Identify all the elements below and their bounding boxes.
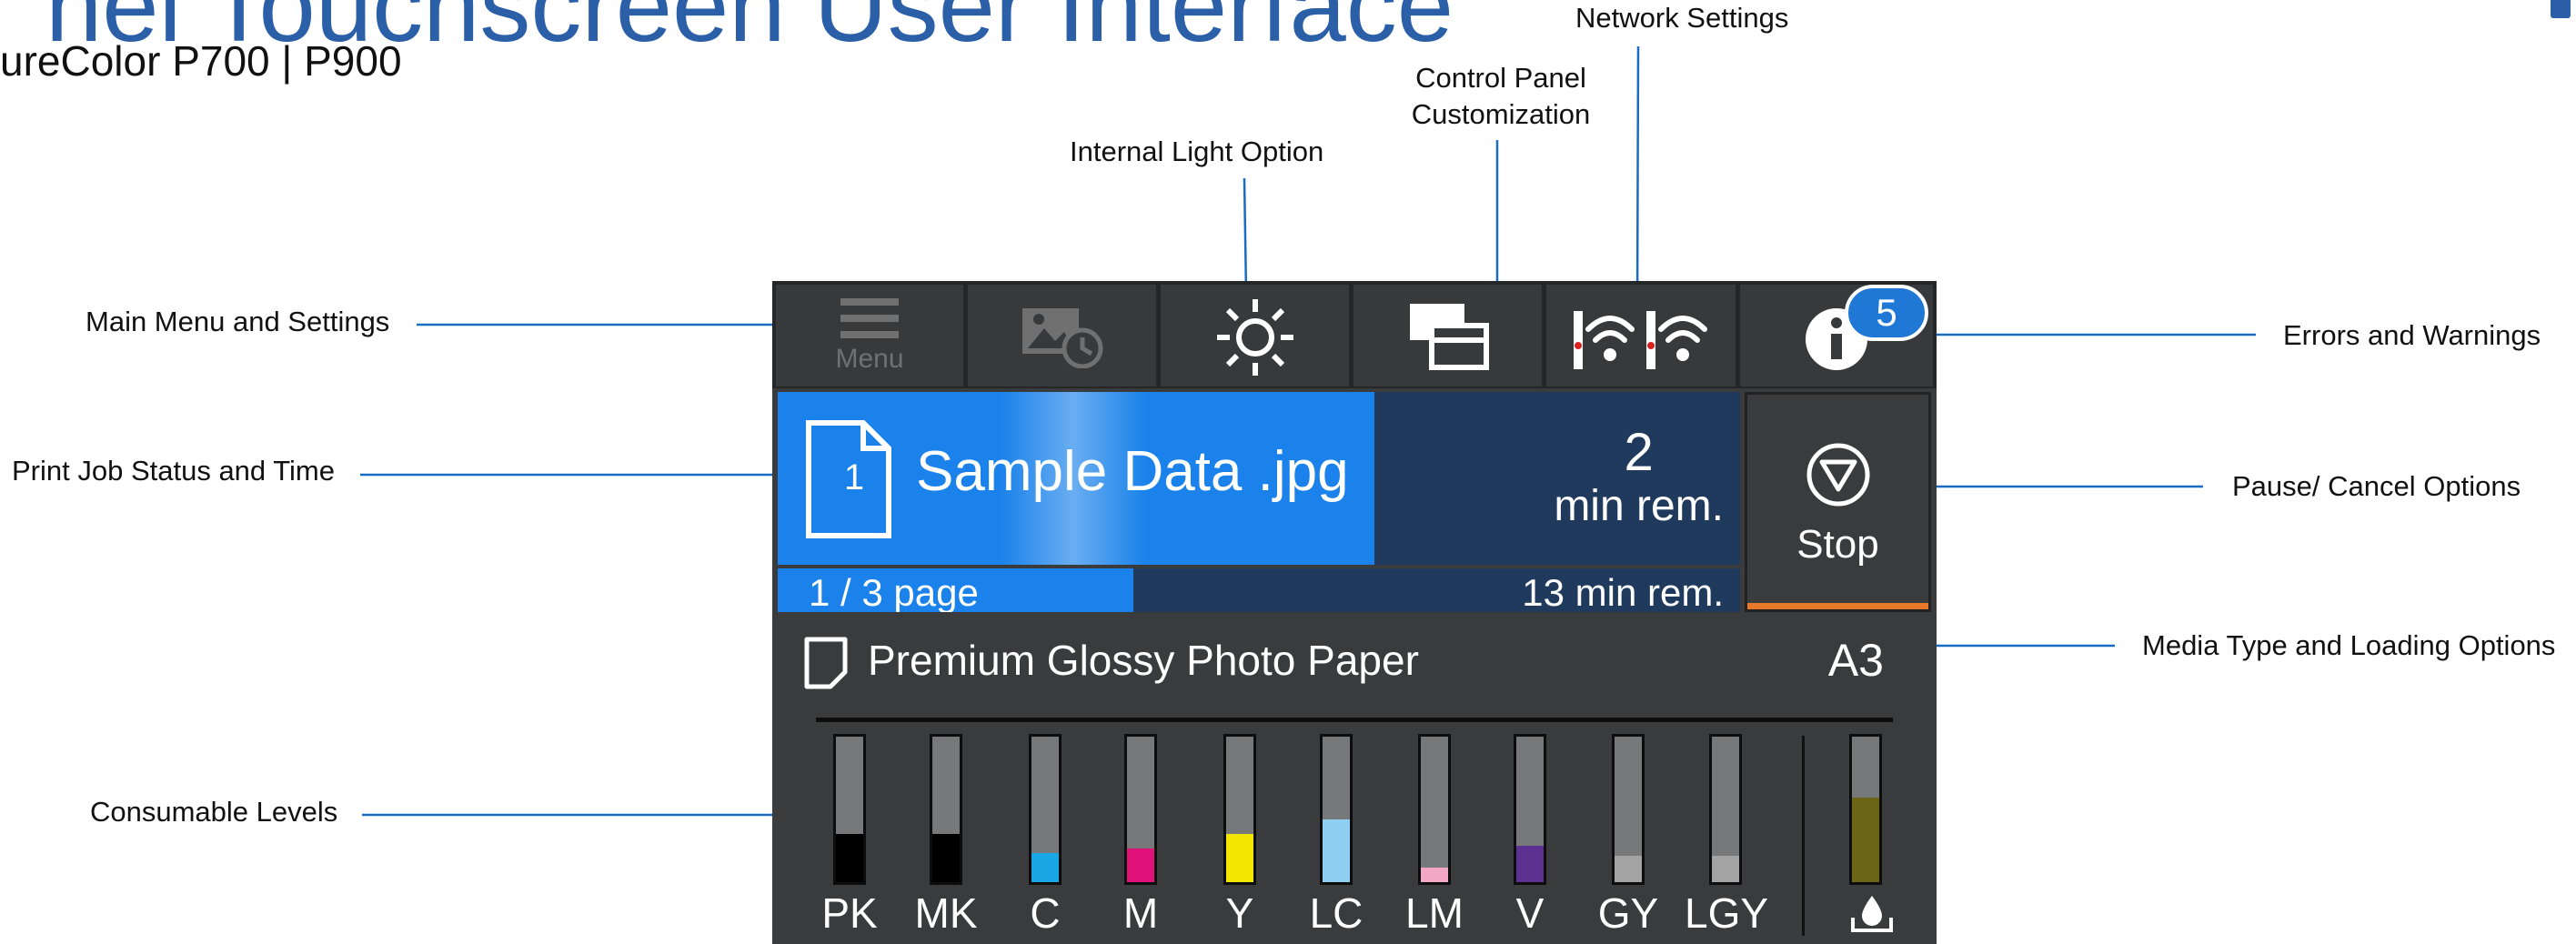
ink-tank-lgy <box>1709 734 1742 885</box>
callout-errors: Errors and Warnings <box>2283 319 2541 351</box>
ink-label-v: V <box>1515 889 1545 937</box>
callout-internal-light: Internal Light Option <box>1070 136 1324 167</box>
callout-control-panel-line2: Customization <box>1411 98 1591 130</box>
callout-consumables: Consumable Levels <box>90 796 338 828</box>
panel-layout-icon <box>1409 304 1489 370</box>
scheduled-print-icon <box>1021 308 1102 368</box>
leader-network <box>1635 45 1640 311</box>
ink-tank-y <box>1223 734 1256 885</box>
ink-label-gy: GY <box>1597 889 1659 937</box>
menu-icon <box>840 298 899 338</box>
light-button[interactable] <box>1161 285 1349 387</box>
ink-label-mk: MK <box>914 889 978 937</box>
stop-icon <box>1806 443 1870 507</box>
ink-fill-m <box>1127 849 1154 882</box>
ink-label-lgy: LGY <box>1685 889 1769 937</box>
ink-tank-gy <box>1612 734 1645 885</box>
job-file-name: Sample Data .jpg <box>916 440 1349 503</box>
job-minutes: 2 <box>1624 423 1654 482</box>
ink-fill-y <box>1226 834 1253 882</box>
panel-layout-button[interactable] <box>1353 285 1542 387</box>
corner-mark <box>2551 0 2571 18</box>
ink-tank-pk <box>833 734 866 885</box>
ink-label-lc: LC <box>1309 889 1363 937</box>
ink-label-pk: PK <box>821 889 878 937</box>
ink-fill-lgy <box>1712 856 1739 882</box>
ink-label-lm: LM <box>1405 889 1464 937</box>
ink-fill-lc <box>1323 819 1350 882</box>
paper-icon <box>804 637 848 689</box>
media-type: Premium Glossy Photo Paper <box>868 637 1419 684</box>
copy-number: 1 <box>843 457 865 497</box>
stop-accent-bar <box>1747 603 1928 609</box>
ink-tank-c <box>1029 734 1062 885</box>
ink-tank-v <box>1514 734 1546 885</box>
page-progress: 1 / 3 page 13 min rem. <box>778 568 1740 612</box>
ink-tank-m <box>1124 734 1157 885</box>
callout-media: Media Type and Loading Options <box>2142 629 2556 661</box>
ink-label-c: C <box>1030 889 1061 937</box>
ink-fill-lm <box>1421 868 1448 882</box>
ink-tank-lc <box>1320 734 1353 885</box>
callout-pause-cancel: Pause/ Cancel Options <box>2232 470 2521 502</box>
callout-print-job: Print Job Status and Time <box>12 455 335 487</box>
media-settings[interactable]: Premium Glossy Photo Paper A3 <box>772 618 1937 699</box>
maintenance-box-fill <box>1852 798 1879 882</box>
scheduled-print-button[interactable] <box>968 285 1156 387</box>
ink-fill-v <box>1516 846 1544 882</box>
leader-internal-light <box>1243 177 1248 295</box>
ink-fill-pk <box>836 834 863 882</box>
toolbar: Menu <box>772 281 1937 388</box>
callout-control-panel-line1: Control Panel <box>1415 62 1586 94</box>
panel-divider <box>816 718 1893 722</box>
menu-label: Menu <box>835 344 904 374</box>
ink-fill-gy <box>1615 856 1642 882</box>
ink-fill-mk <box>932 834 960 882</box>
ink-fill-c <box>1031 853 1059 882</box>
callout-network: Network Settings <box>1575 2 1789 34</box>
wifi-icon <box>1574 311 1707 369</box>
job-minutes-unit: min rem. <box>1554 482 1724 530</box>
error-count-badge[interactable]: 5 <box>1845 285 1928 341</box>
callout-control-panel: Control Panel Customization <box>1401 60 1601 133</box>
page-count: 1 / 3 page <box>809 571 979 612</box>
maintenance-box-tank <box>1849 734 1882 885</box>
media-size: A3 <box>1827 635 1884 686</box>
callout-main-menu: Main Menu and Settings <box>86 306 390 337</box>
ink-label-m: M <box>1122 889 1159 937</box>
job-time-remaining: 2 min rem. <box>1554 425 1724 532</box>
menu-button[interactable]: Menu <box>776 285 963 387</box>
stop-button[interactable]: Stop <box>1745 392 1931 612</box>
maintenance-box-icon <box>1851 896 1893 932</box>
control-panel-screen: Menu 1 Sample Data .jpg 2 min rem. 1 / 3… <box>772 281 1937 944</box>
total-time-remaining: 13 min rem. <box>1522 571 1724 612</box>
printer-model: ureColor P700 | P900 <box>0 37 402 85</box>
stop-label: Stop <box>1796 522 1879 567</box>
ink-label-y: Y <box>1225 889 1254 937</box>
ink-tank-mk <box>930 734 962 885</box>
ink-separator <box>1802 736 1805 936</box>
print-job-status[interactable]: 1 Sample Data .jpg 2 min rem. <box>778 392 1740 565</box>
network-button[interactable] <box>1546 285 1736 387</box>
ink-tank-lm <box>1418 734 1451 885</box>
light-icon <box>1216 299 1293 376</box>
